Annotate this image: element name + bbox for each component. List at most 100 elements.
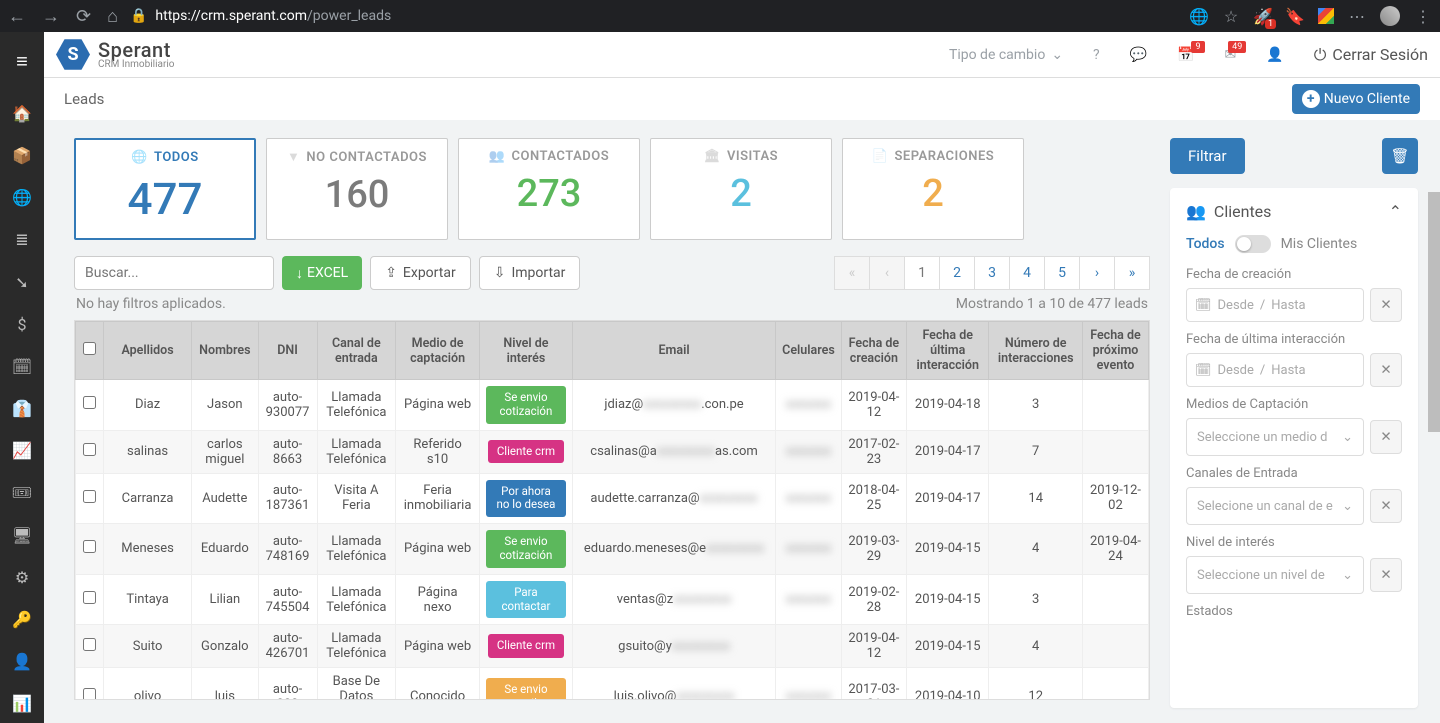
table-row[interactable]: Suito Gonzalo auto-426701 Llamada Telefó… <box>76 625 1149 668</box>
calendar-icon[interactable]: 📅9 <box>1177 47 1194 63</box>
nav-ticket-icon[interactable]: 🎟 <box>0 474 44 512</box>
bookmark-icon[interactable]: 🔖 <box>1286 7 1304 25</box>
col-header[interactable]: Fecha de última interacción <box>907 322 989 380</box>
page-3[interactable]: 3 <box>974 256 1010 290</box>
page-1[interactable]: 1 <box>904 256 940 290</box>
nav-chart-icon[interactable]: 📈 <box>0 432 44 470</box>
fecha-creacion-input[interactable]: 🗓 Desde / Hasta <box>1186 288 1364 322</box>
row-checkbox[interactable] <box>83 591 96 604</box>
col-header[interactable]: Fecha de creación <box>841 322 906 380</box>
stat-card[interactable]: 📄SEPARACIONES2 <box>842 138 1024 240</box>
nuevo-cliente-button[interactable]: + Nuevo Cliente <box>1292 84 1420 114</box>
nav-box-icon[interactable]: 📦 <box>0 136 44 174</box>
filtrar-button[interactable]: Filtrar <box>1170 138 1245 174</box>
nav-team-icon[interactable]: 👔 <box>0 390 44 428</box>
page-2[interactable]: 2 <box>939 256 975 290</box>
stat-card[interactable]: ▼NO CONTACTADOS160 <box>266 138 448 240</box>
col-header[interactable] <box>76 322 104 380</box>
clear-fecha-interaccion[interactable]: ✕ <box>1370 353 1402 387</box>
nivel-select[interactable]: Seleccione un nivel de⌄ <box>1186 556 1364 594</box>
col-header[interactable]: Celulares <box>776 322 842 380</box>
importar-button[interactable]: ⇩Importar <box>479 256 581 290</box>
page-5[interactable]: 5 <box>1044 256 1080 290</box>
table-row[interactable]: salinas carlos miguel auto-8663 Llamada … <box>76 430 1149 473</box>
help-icon[interactable]: ? <box>1093 47 1100 63</box>
table-row[interactable]: Carranza Audette auto-187361 Visita A Fe… <box>76 473 1149 524</box>
col-header[interactable]: Nombres <box>192 322 258 380</box>
row-checkbox[interactable] <box>83 443 96 456</box>
page-last[interactable]: » <box>1114 256 1150 290</box>
nav-arrow-icon[interactable]: ➘ <box>0 263 44 301</box>
menu-hamburger-icon[interactable]: ≡ <box>0 42 44 80</box>
page-next[interactable]: › <box>1079 256 1115 290</box>
col-header[interactable]: Fecha de próximo evento <box>1082 322 1148 380</box>
page-prev[interactable]: ‹ <box>869 256 905 290</box>
row-checkbox[interactable] <box>83 490 96 503</box>
nav-key-icon[interactable]: 🔑 <box>0 600 44 638</box>
clear-filters-button[interactable]: 🗑 <box>1382 138 1418 174</box>
excel-button[interactable]: ↓EXCEL <box>282 256 362 290</box>
clear-medios[interactable]: ✕ <box>1370 420 1402 454</box>
profile-avatar[interactable] <box>1380 6 1400 26</box>
back-icon[interactable]: ← <box>8 6 26 27</box>
url-bar[interactable]: 🔒 https://crm.sperant.com/power_leads <box>130 8 1178 24</box>
menu-icon[interactable]: ⋮ <box>1414 7 1432 25</box>
nav-calendar-icon[interactable]: 🗓 <box>0 347 44 385</box>
col-header[interactable]: Canal de entrada <box>317 322 396 380</box>
star-icon[interactable]: ☆ <box>1222 7 1240 25</box>
nav-globe-icon[interactable]: 🌐 <box>0 179 44 217</box>
filter-todos-label[interactable]: Todos <box>1186 236 1225 252</box>
home-icon[interactable]: ⌂ <box>107 6 118 27</box>
search-input[interactable] <box>74 256 274 290</box>
clear-canales[interactable]: ✕ <box>1370 489 1402 523</box>
row-checkbox[interactable] <box>83 540 96 553</box>
row-checkbox[interactable] <box>83 638 96 651</box>
nav-display-icon[interactable]: 🖥 <box>0 516 44 554</box>
mail-icon[interactable]: ✉49 <box>1225 47 1237 63</box>
page-4[interactable]: 4 <box>1009 256 1045 290</box>
logo[interactable]: S Sperant CRM Inmobiliario <box>56 38 174 72</box>
clear-fecha-creacion[interactable]: ✕ <box>1370 288 1402 322</box>
medios-select[interactable]: Seleccione un medio d⌄ <box>1186 418 1364 456</box>
nav-settings-icon[interactable]: ⚙ <box>0 558 44 596</box>
nav-list-icon[interactable]: ≣ <box>0 221 44 259</box>
nav-home-icon[interactable]: 🏠 <box>0 94 44 132</box>
todos-toggle[interactable] <box>1235 235 1271 253</box>
stat-card[interactable]: 👥CONTACTADOS273 <box>458 138 640 240</box>
page-first[interactable]: « <box>834 256 870 290</box>
col-header[interactable]: Apellidos <box>104 322 192 380</box>
extension-icon[interactable]: 🚀1 <box>1254 7 1272 25</box>
nav-user-icon[interactable]: 👤 <box>0 643 44 681</box>
chevron-up-icon[interactable]: ⌃ <box>1389 202 1402 221</box>
col-header[interactable]: Email <box>572 322 775 380</box>
clear-nivel[interactable]: ✕ <box>1370 558 1402 592</box>
table-row[interactable]: Diaz Jason auto-930077 Llamada Telefónic… <box>76 380 1149 431</box>
scrollbar[interactable] <box>1428 192 1440 432</box>
reload-icon[interactable]: ⟳ <box>76 6 91 27</box>
canales-select[interactable]: Selecione un canal de e⌄ <box>1186 487 1364 525</box>
stat-card[interactable]: 🏛VISITAS2 <box>650 138 832 240</box>
stat-card[interactable]: 🌐TODOS477 <box>74 138 256 240</box>
user-icon[interactable]: 👤 <box>1266 47 1283 63</box>
extension-color-icon[interactable] <box>1318 8 1334 24</box>
translate-icon[interactable]: 🌐 <box>1190 7 1208 25</box>
select-all-checkbox[interactable] <box>83 342 96 355</box>
forward-icon[interactable]: → <box>42 6 60 27</box>
col-header[interactable]: Nivel de interés <box>480 322 573 380</box>
nav-money-icon[interactable]: $ <box>0 305 44 343</box>
leads-table-wrap[interactable]: ApellidosNombresDNICanal de entradaMedio… <box>74 320 1150 700</box>
table-row[interactable]: Meneses Eduardo auto-748169 Llamada Tele… <box>76 524 1149 575</box>
nav-bars-icon[interactable]: 📊 <box>0 685 44 723</box>
chat-icon[interactable]: 💬 <box>1130 47 1147 63</box>
row-checkbox[interactable] <box>83 396 96 409</box>
exportar-button[interactable]: ⇪Exportar <box>370 256 471 290</box>
tipo-cambio-dropdown[interactable]: Tipo de cambio ⌄ <box>949 47 1063 63</box>
logout-button[interactable]: ⏻ Cerrar Sesión <box>1314 45 1428 65</box>
filter-mis-label[interactable]: Mis Clientes <box>1281 236 1358 252</box>
row-checkbox[interactable] <box>83 688 96 700</box>
more-extensions-icon[interactable]: ⋯ <box>1348 7 1366 25</box>
col-header[interactable]: DNI <box>258 322 317 380</box>
table-row[interactable]: Tintaya Lilian auto-745504 Llamada Telef… <box>76 574 1149 625</box>
table-row[interactable]: olivo luis auto-233 Base De Datos Extern… <box>76 668 1149 700</box>
fecha-interaccion-input[interactable]: 🗓 Desde / Hasta <box>1186 353 1364 387</box>
